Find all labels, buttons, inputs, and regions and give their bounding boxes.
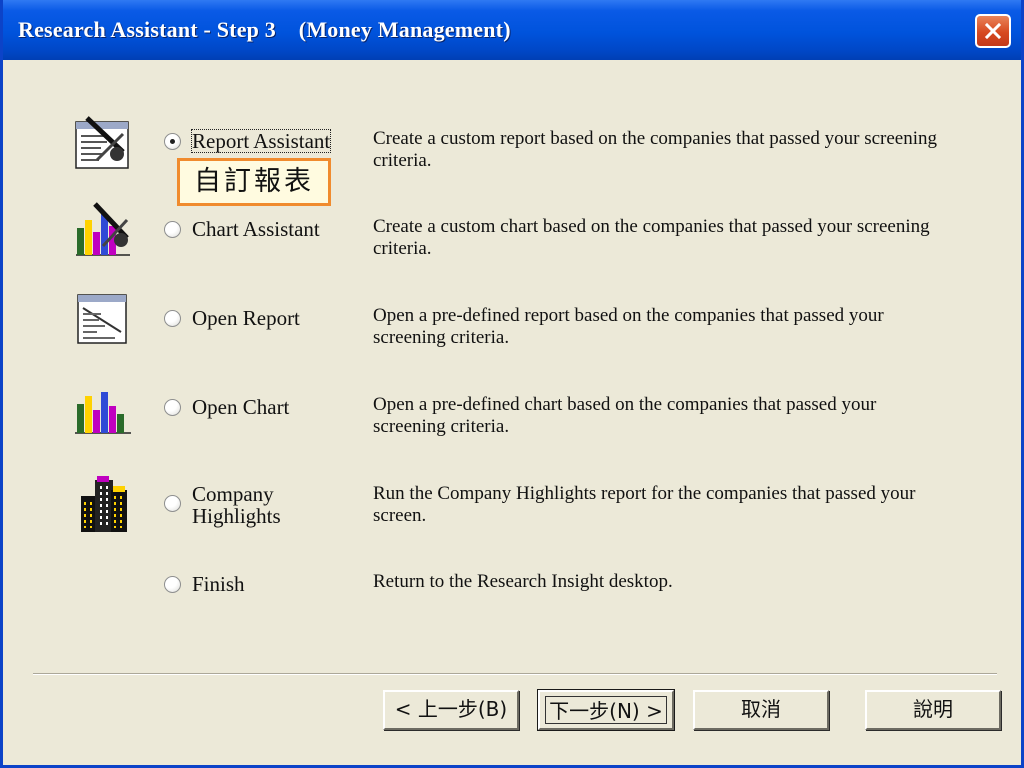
radio-selected-dot [170, 139, 175, 144]
next-button[interactable]: 下一步(N) > [537, 689, 675, 731]
chart-assistant-radio[interactable] [164, 221, 181, 238]
annotation-label: 自訂報表 [177, 158, 331, 206]
finish-description: Return to the Research Insight desktop. [373, 571, 673, 592]
open-report-icon [77, 294, 127, 344]
title-bar[interactable]: Research Assistant - Step 3 (Money Manag… [3, 0, 1021, 60]
footer-separator [33, 673, 997, 675]
finish-radio[interactable] [164, 576, 181, 593]
report-assistant-radio[interactable] [164, 133, 181, 150]
cancel-button[interactable]: 取消 [693, 690, 829, 730]
open-chart-icon [75, 392, 131, 434]
chart-assistant-icon [76, 202, 130, 256]
company-highlights-radio[interactable] [164, 495, 181, 512]
open-chart-radio[interactable] [164, 399, 181, 416]
chart-assistant-description: Create a custom chart based on the compa… [373, 216, 930, 259]
back-button[interactable]: < 上一步(B) [383, 690, 519, 730]
next-button-label: 下一步(N) > [545, 696, 667, 724]
company-highlights-label-line2: Highlights [192, 504, 281, 528]
report-assistant-icon [75, 116, 129, 169]
open-report-description: Open a pre-defined report based on the c… [373, 305, 884, 348]
chart-assistant-label[interactable]: Chart Assistant [192, 218, 320, 240]
open-chart-label[interactable]: Open Chart [192, 396, 289, 418]
help-button[interactable]: 說明 [865, 690, 1001, 730]
close-button[interactable] [975, 14, 1011, 48]
open-chart-description: Open a pre-defined chart based on the co… [373, 394, 877, 437]
finish-label[interactable]: Finish [192, 573, 245, 595]
research-assistant-dialog: Research Assistant - Step 3 (Money Manag… [0, 0, 1024, 768]
open-report-radio[interactable] [164, 310, 181, 327]
window-title: Research Assistant - Step 3 (Money Manag… [18, 17, 511, 42]
open-report-label[interactable]: Open Report [192, 307, 300, 329]
report-assistant-label[interactable]: Report Assistant [190, 129, 332, 153]
company-highlights-label[interactable]: Company Highlights [192, 483, 281, 527]
company-highlights-label-line1: Company [192, 482, 274, 506]
company-highlights-description: Run the Company Highlights report for th… [373, 483, 916, 526]
report-assistant-description: Create a custom report based on the comp… [373, 128, 938, 171]
close-icon [984, 22, 1002, 40]
company-buildings-icon [81, 476, 127, 532]
